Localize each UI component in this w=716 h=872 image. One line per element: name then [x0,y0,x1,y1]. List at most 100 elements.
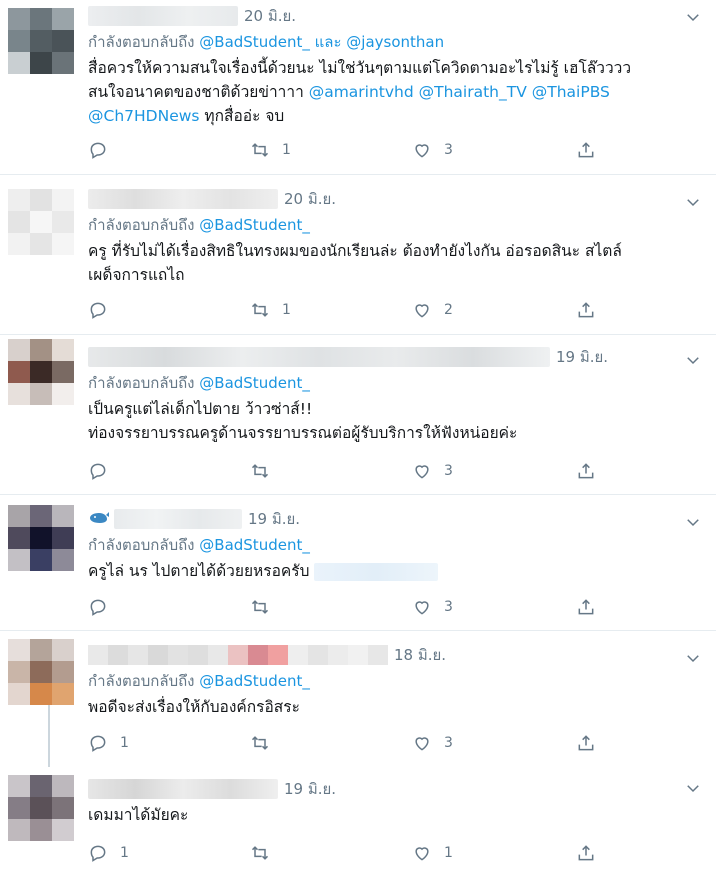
reply-button[interactable]: 1 [88,841,129,865]
retweet-button[interactable] [250,841,282,865]
tweet-header: 20 มิ.ย. [88,187,704,211]
avatar[interactable] [8,775,74,841]
replying-to-and: และ [309,33,347,51]
like-button[interactable]: 2 [412,298,453,322]
tweet-date[interactable]: 19 มิ.ย. [284,777,336,801]
like-button[interactable]: 1 [412,841,453,865]
mention-link[interactable]: @BadStudent_ [199,216,310,234]
like-button[interactable]: 3 [412,595,453,619]
retweet-icon [251,464,269,478]
avatar[interactable] [8,639,74,705]
tweet-text-line: สนใจอนาคตของชาติด้วยข่าาาา @amarintvhd @… [88,80,704,104]
tweet-text-line: ครูไล่ นร ไปตายได้ด้วยยหรอครับ [88,562,310,580]
redacted-username[interactable] [88,645,388,665]
mention-link[interactable]: @Ch7HDNews [88,107,199,125]
share-button[interactable] [576,841,596,865]
tweet-card[interactable]: 19 มิ.ย. เดมมาได้มัยคะ 1 1 [0,771,716,872]
avatar[interactable] [8,505,74,571]
reply-icon [90,845,106,862]
reply-button[interactable] [88,459,120,483]
tweet-date[interactable]: 18 มิ.ย. [394,643,446,667]
redacted-username[interactable] [88,189,278,209]
tweet-card[interactable]: 20 มิ.ย. กำลังตอบกลับถึง @BadStudent_ แล… [0,0,716,175]
retweet-icon [251,846,269,860]
chevron-down-icon[interactable] [684,193,702,211]
share-button[interactable] [576,138,596,162]
avatar[interactable] [8,189,74,255]
share-button[interactable] [576,459,596,483]
reply-icon [90,142,106,159]
mention-link[interactable]: @BadStudent_ [199,33,310,51]
tweet-actions: 1 1 [88,841,608,865]
avatar[interactable] [8,339,74,405]
tweet-text: ครูไล่ นร ไปตายได้ด้วยยหรอครับ [88,559,704,583]
tweet-card[interactable]: 19 มิ.ย. กำลังตอบกลับถึง @BadStudent_ เป… [0,335,716,495]
share-icon [578,463,594,479]
tweet-date[interactable]: 19 มิ.ย. [248,507,300,531]
mention-link[interactable]: @BadStudent_ [199,672,310,690]
like-count: 3 [444,735,453,751]
reply-icon [90,302,106,319]
tweet-text-span: สนใจอนาคตของชาติด้วยข่าาาา [88,83,309,101]
share-button[interactable] [576,731,596,755]
retweet-button[interactable] [250,731,282,755]
mention-link[interactable]: @amarintvhd @Thairath_TV @ThaiPBS [309,83,610,101]
tweet-header: 19 มิ.ย. [88,345,704,369]
redacted-username[interactable] [88,779,278,799]
chevron-down-icon[interactable] [684,513,702,531]
replying-to: กำลังตอบกลับถึง @BadStudent_ [88,533,704,557]
mention-link[interactable]: @jaysonthan [346,33,444,51]
tweet-text-line: พอดีจะส่งเรื่องให้กับองค์กรอิสระ [88,698,300,716]
tweet-text-line: เดมมาได้มัยคะ [88,806,189,824]
tweet-card[interactable]: 20 มิ.ย. กำลังตอบกลับถึง @BadStudent_ คร… [0,175,716,335]
heart-icon [415,144,429,158]
avatar[interactable] [8,8,74,74]
tweet-header: 20 มิ.ย. [88,4,704,28]
reply-count: 1 [120,845,129,861]
tweet-text: เป็นครูแต่ไล่เด็กไปตาย ว้าวซ่าส์!! ท่องจ… [88,397,704,445]
redacted-username[interactable] [88,347,550,367]
replying-to-label: กำลังตอบกลับถึง [88,672,195,690]
whale-emoji-icon [88,509,110,529]
mention-link[interactable]: @BadStudent_ [199,374,310,392]
reply-button[interactable] [88,298,120,322]
retweet-button[interactable] [250,595,282,619]
share-icon [578,599,594,615]
retweet-button[interactable]: 1 [250,138,291,162]
redacted-username[interactable] [114,509,242,529]
chevron-down-icon[interactable] [684,649,702,667]
chevron-down-icon[interactable] [684,8,702,26]
chevron-down-icon[interactable] [684,779,702,797]
redacted-username[interactable] [88,6,238,26]
tweet-actions: 3 [88,595,608,619]
retweet-icon [251,143,269,157]
reply-button[interactable] [88,595,120,619]
tweet-text-span: ทุกสื่ออ่ะ จบ [199,107,285,125]
replying-to: กำลังตอบกลับถึง @BadStudent_ [88,213,704,237]
tweet-header: 19 มิ.ย. [88,507,704,531]
heart-icon [415,737,429,751]
tweet-text-line: ครู ที่รับไม่ได้เรื่องสิทธิในทรงผมของนัก… [88,242,622,260]
tweet-card[interactable]: 19 มิ.ย. กำลังตอบกลับถึง @BadStudent_ คร… [0,495,716,631]
share-button[interactable] [576,595,596,619]
tweet-date[interactable]: 20 มิ.ย. [244,4,296,28]
like-button[interactable]: 3 [412,731,453,755]
reply-button[interactable] [88,138,120,162]
tweet-text-line: ท่องจรรยาบรรณครูด้านจรรยาบรรณต่อผู้รับบร… [88,424,518,442]
retweet-button[interactable]: 1 [250,298,291,322]
reply-count: 1 [120,735,129,751]
tweet-text: ครู ที่รับไม่ได้เรื่องสิทธิในทรงผมของนัก… [88,239,704,287]
share-icon [578,302,594,318]
reply-button[interactable]: 1 [88,731,129,755]
chevron-down-icon[interactable] [684,351,702,369]
tweet-card[interactable]: 18 มิ.ย. กำลังตอบกลับถึง @BadStudent_ พอ… [0,631,716,771]
retweet-button[interactable] [250,459,282,483]
like-button[interactable]: 3 [412,459,453,483]
mention-link[interactable]: @BadStudent_ [199,536,310,554]
replying-to-label: กำลังตอบกลับถึง [88,374,195,392]
reply-icon [90,735,106,752]
share-button[interactable] [576,298,596,322]
tweet-date[interactable]: 20 มิ.ย. [284,187,336,211]
tweet-date[interactable]: 19 มิ.ย. [556,345,608,369]
like-button[interactable]: 3 [412,138,453,162]
